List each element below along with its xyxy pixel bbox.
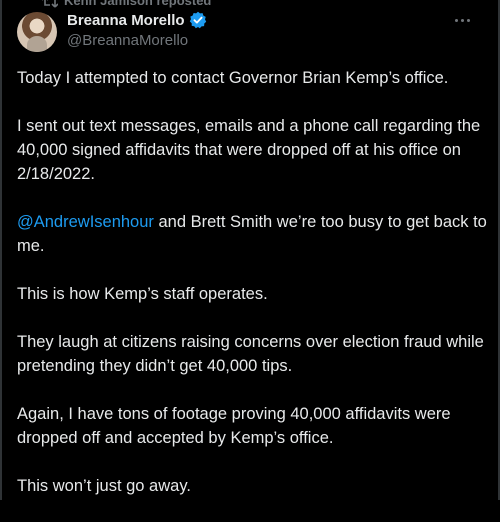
tweet-card[interactable]: Kehn Jamison reposted Breanna Morello @B… <box>0 0 500 500</box>
mention-link[interactable]: @AndrewIsenhour <box>17 213 154 231</box>
avatar[interactable] <box>17 12 57 52</box>
card-border-left <box>0 0 2 500</box>
tweet-paragraph: This won’t just go away. <box>17 477 191 495</box>
tweet-paragraph: Again, I have tons of footage proving 40… <box>17 405 451 447</box>
repost-icon <box>42 0 59 8</box>
more-options-icon[interactable] <box>450 12 474 28</box>
tweet-paragraph: This is how Kemp’s staff operates. <box>17 285 268 303</box>
author-name-row: Breanna Morello <box>67 11 207 29</box>
author-handle[interactable]: @BreannaMorello <box>67 32 188 49</box>
tweet-paragraph: They laugh at citizens raising concerns … <box>17 333 484 375</box>
author-display-name[interactable]: Breanna Morello <box>67 12 185 29</box>
repost-text: Kehn Jamison reposted <box>64 0 212 8</box>
verified-badge-icon[interactable] <box>189 11 207 29</box>
tweet-paragraph: Today I attempted to contact Governor Br… <box>17 69 449 87</box>
tweet-text: Today I attempted to contact Governor Br… <box>17 66 487 522</box>
tweet-paragraph: I sent out text messages, emails and a p… <box>17 117 481 183</box>
tweet-paragraph: @AndrewIsenhour and Brett Smith we’re to… <box>17 210 487 258</box>
repost-indicator[interactable]: Kehn Jamison reposted <box>42 0 211 8</box>
